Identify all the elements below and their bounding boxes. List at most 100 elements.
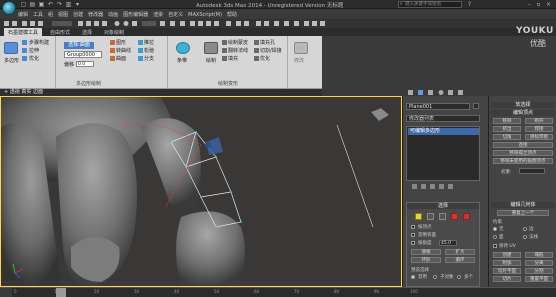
menu-item[interactable]: 帮助 [227,11,237,18]
remove-isolated-button[interactable]: 移除孤立顶点 [493,150,553,156]
weld-button[interactable]: 焊接 [525,126,553,132]
push-pull-button[interactable]: 推拉 [144,39,154,46]
make-unique-icon[interactable] [430,184,435,189]
vertex-mode-icon[interactable] [415,213,422,220]
menu-item[interactable]: MAXScript(M) [188,12,222,18]
viewport-menu-plus[interactable]: + [4,89,8,95]
open-icon[interactable]: ▤ [29,1,36,8]
save-icon[interactable]: ▣ [38,1,45,8]
shrink-button[interactable]: 收缩 [411,249,441,255]
new-icon[interactable]: ▢ [20,1,27,8]
stack-item-editable-poly[interactable]: 可编辑多边形 [408,128,479,135]
modify-icon[interactable] [294,42,308,54]
surface-button[interactable]: 曲面 [116,55,126,62]
configure-sets-icon[interactable] [448,184,453,189]
help-icon[interactable]: ? [466,1,473,8]
chamfer-button[interactable]: 切角 [493,134,521,140]
preview-off-radio[interactable] [411,275,415,279]
perspective-viewport[interactable] [0,96,402,287]
create-button[interactable]: 创建 [493,252,521,258]
menu-item[interactable]: 视图 [58,11,68,18]
modify-button-label[interactable]: 修改 [294,57,304,64]
shapes-button[interactable]: 图形 [116,39,126,46]
strips-icon[interactable] [176,42,190,54]
menu-item[interactable]: 修改器 [88,11,103,18]
fill-button[interactable]: 填充 [228,55,238,62]
polygon-mode-icon[interactable] [451,213,458,220]
ring-button[interactable]: 环形 [411,257,441,263]
preserve-uv-checkbox[interactable] [493,244,497,248]
object-color-swatch[interactable] [473,103,479,109]
show-end-result-icon[interactable] [421,184,426,189]
to-curve-button[interactable]: 转曲线 [116,47,131,54]
selection-rollout-header[interactable]: 选择 [407,203,479,209]
angle-input[interactable]: 45.0 [439,240,457,246]
constraint-none-radio[interactable] [493,227,497,231]
fill-hole-button[interactable]: 填充孔 [260,39,275,46]
redo-icon[interactable]: ↷ [56,1,63,8]
relax-button[interactable]: 松弛 [144,47,154,54]
cut-weld-button[interactable]: 切割/焊接 [260,47,282,54]
constraint-normal-radio[interactable] [523,235,527,239]
search-input[interactable]: ⌕ 键入关键字或短语 [398,1,462,8]
break-button[interactable]: 断开 [525,118,553,124]
preview-subobj-radio[interactable] [433,275,437,279]
branches-button[interactable]: 分支 [144,55,154,62]
minimize-icon[interactable]: – [526,1,533,8]
connect-button[interactable]: 连接 [493,142,553,148]
extrude-vertex-button[interactable]: 挤出 [493,126,521,132]
preview-multi-radio[interactable] [457,275,461,279]
remove-unused-map-verts-button[interactable]: 移除未使用的贴图顶点 [493,158,553,164]
repeat-last-button[interactable]: 重复上一个 [497,210,549,216]
element-mode-icon[interactable] [463,213,470,220]
reset-plane-button[interactable]: 重置平面 [525,276,553,282]
menu-item[interactable]: 自定义 [168,11,183,18]
object-name-field[interactable]: Plane001 [406,103,470,110]
split-button[interactable]: 分割 [525,268,553,274]
ignore-backface-checkbox[interactable] [411,233,415,237]
maximize-icon[interactable]: ▫ [535,1,542,8]
menu-item[interactable]: 渲染 [153,11,163,18]
by-angle-checkbox[interactable] [411,241,415,245]
timeline-trackbar[interactable]: 0 10 20 30 40 50 60 70 80 90 100 [0,287,556,297]
paint-icon[interactable] [204,42,218,54]
remove-button[interactable]: 移除 [493,118,521,124]
flip-normal-button[interactable]: 翻转法线 [228,47,248,54]
border-mode-icon[interactable] [439,213,446,220]
attach-button[interactable]: 附加 [493,260,521,266]
menu-item[interactable]: 图形编辑器 [123,11,148,18]
project-icon[interactable]: ▥ [65,1,72,8]
tab-object-paint[interactable]: 对象绘制 [100,28,128,36]
slice-button[interactable]: 切片 [493,276,521,282]
close-icon[interactable]: × [545,1,552,8]
viewport-label[interactable]: + 透视 真实 边面 [4,88,43,95]
3dsmax-logo-icon[interactable] [2,1,16,15]
tab-freeform[interactable]: 自由形式 [46,28,74,36]
pin-stack-icon[interactable] [412,184,417,189]
extrude-button[interactable]: 拉伸 [29,47,39,54]
surface-select-dropdown[interactable]: 选择:曲面 [64,42,94,49]
target-weld-button[interactable]: 目标焊接 [525,134,553,140]
remove-modifier-icon[interactable] [439,184,444,189]
surface-object-field[interactable]: Group0000 [64,51,102,58]
paint-skin-button[interactable]: 绘制蒙皮 [228,39,248,46]
viewport-shading-label[interactable]: 真实 [21,89,31,95]
edit-vertices-rollout[interactable]: 编辑顶点 [491,110,555,116]
optimize-button[interactable]: 优化 [29,55,39,62]
edit-geometry-rollout[interactable]: 编辑几何体 [491,202,555,208]
constraint-face-radio[interactable] [493,235,497,239]
loop-button[interactable]: 循环 [445,257,475,263]
viewport-edges-label[interactable]: 边面 [33,89,43,95]
mini-curve-editor-icon[interactable] [0,288,12,297]
polydraw-button-label[interactable]: 多边形 [4,57,19,64]
menu-item[interactable]: 创建 [73,11,83,18]
menu-item[interactable]: 组 [48,11,53,18]
polydraw-button-icon[interactable] [4,42,18,54]
paint-button-label[interactable]: 绘制 [206,57,216,64]
grow-button[interactable]: 扩大 [445,249,475,255]
tab-graphite-modeling[interactable]: 石墨建模工具 [4,28,43,36]
detach-button[interactable]: 分离 [525,260,553,266]
menu-item[interactable]: 工具 [33,11,43,18]
soft-selection-rollout[interactable]: 软选择 [491,102,555,108]
slice-plane-button[interactable]: 切片平面 [493,268,521,274]
